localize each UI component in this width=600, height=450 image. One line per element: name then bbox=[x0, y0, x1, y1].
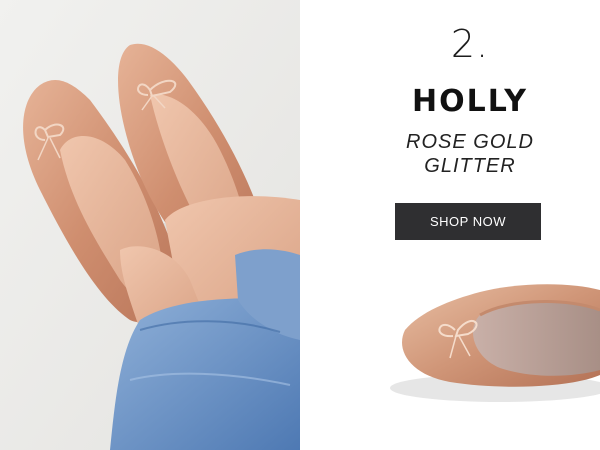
lifestyle-photo[interactable] bbox=[0, 0, 300, 450]
variant-line-2: GLITTER bbox=[424, 155, 516, 177]
product-variant: ROSE GOLD GLITTER bbox=[370, 130, 570, 178]
product-number: 2. bbox=[450, 22, 490, 66]
shop-now-button[interactable]: SHOP NOW bbox=[395, 203, 541, 240]
product-photo[interactable] bbox=[370, 270, 600, 410]
product-name: HOLLY bbox=[412, 84, 528, 119]
promo-banner[interactable]: 2. HOLLY ROSE GOLD GLITTER SHOP NOW bbox=[0, 0, 600, 450]
variant-line-1: ROSE GOLD bbox=[406, 131, 534, 153]
